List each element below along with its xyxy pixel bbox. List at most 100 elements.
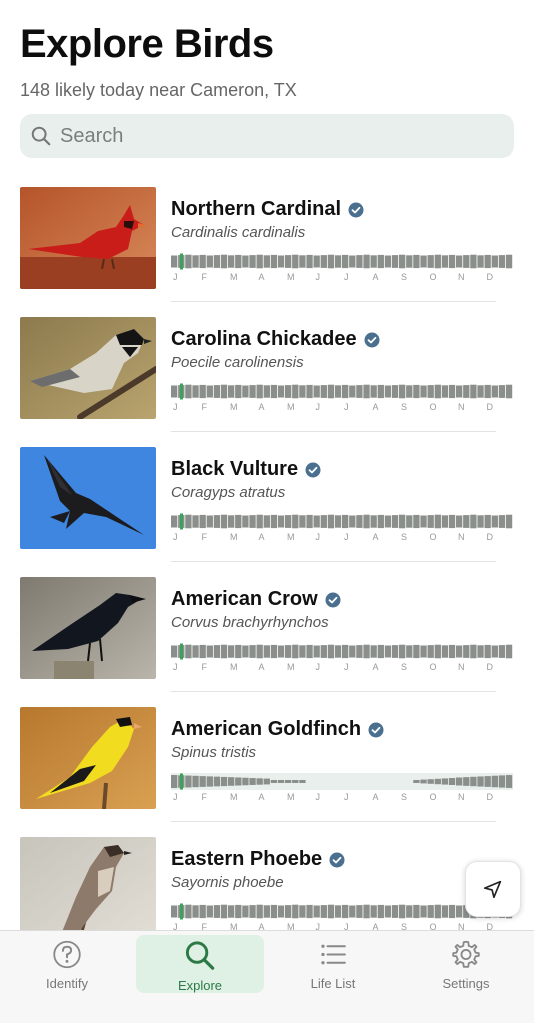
month-label: F — [201, 402, 208, 412]
month-label: J — [315, 402, 321, 412]
seasonality-week-bar — [363, 254, 370, 269]
bird-list-item[interactable]: Black Vulture Coragyps atratus J F M A M J J A S… — [0, 432, 534, 562]
seasonality-week-bar — [484, 514, 491, 529]
seasonality-week-bar — [192, 905, 199, 918]
seasonality-week-bar — [498, 645, 506, 658]
seasonality-week-bar — [434, 644, 441, 659]
tab-settings[interactable]: Settings — [402, 935, 530, 991]
seasonality-week-bar — [249, 645, 256, 658]
seasonality-week-bar — [470, 644, 477, 659]
month-label: O — [429, 792, 437, 802]
month-labels: JFMAMJJASOND — [171, 532, 513, 544]
seasonality-week-bar — [313, 515, 320, 528]
month-labels: JFMAMJJASOND — [171, 272, 513, 284]
bird-list-item[interactable]: American Crow Corvus brachyrhynchos J F M A… — [0, 562, 534, 692]
current-location-button[interactable] — [465, 861, 521, 917]
seasonality-week-bar — [498, 255, 506, 268]
month-label: M — [287, 532, 295, 542]
seasonality-week-bar — [349, 645, 356, 658]
tab-life-list[interactable]: Life List — [269, 935, 397, 991]
seasonality-week-bar — [277, 780, 285, 783]
month-label: J — [344, 792, 349, 802]
seasonality-week-bar — [342, 904, 349, 919]
seasonality-week-bar — [370, 905, 377, 918]
seasonality-week-bar — [256, 644, 263, 659]
seasonality-week-bar — [477, 385, 484, 398]
seasonality-week-bar — [185, 775, 192, 788]
month-label: O — [429, 402, 437, 412]
seasonality-week-bar — [199, 384, 206, 399]
seasonality-week-bar — [235, 254, 242, 269]
bird-list-item[interactable]: Northern Cardinal Cardinalis cardinalis … — [0, 172, 534, 302]
american-goldfinch-photo — [20, 707, 156, 809]
seasonality-week-bar — [220, 514, 228, 529]
month-labels: JFMAMJJASOND — [171, 792, 513, 804]
list-icon — [321, 944, 346, 965]
seasonality-week-bar — [356, 515, 363, 528]
month-label: A — [258, 662, 265, 672]
seasonality-week-bar — [242, 515, 249, 528]
search-input[interactable]: Search — [20, 114, 514, 158]
seasonality-week-bar — [448, 778, 456, 785]
seasonality-week-bar — [406, 255, 413, 268]
month-label: M — [230, 922, 238, 930]
bird-list-item[interactable]: Carolina Chickadee Poecile carolinensis … — [0, 302, 534, 432]
seasonality-week-bar — [206, 776, 213, 787]
seasonality-week-bar — [413, 904, 420, 919]
seasonality-week-bar — [427, 645, 434, 658]
seasonality-week-bar — [285, 385, 292, 398]
seasonality-week-bar — [313, 255, 320, 268]
seasonality-week-bar — [434, 254, 441, 269]
seasonality-week-bar — [399, 384, 406, 399]
seasonality-week-bar — [377, 514, 384, 529]
month-label: D — [486, 402, 494, 412]
bird-list-item[interactable]: Eastern Phoebe Sayornis phoebe J F M A M J J A S… — [0, 822, 534, 930]
seasonality-week-bar — [213, 905, 221, 918]
current-week-marker — [180, 383, 183, 400]
bird-name: American Goldfinch — [171, 718, 362, 740]
seasonality-week-bar — [171, 905, 178, 918]
seasonality-week-bar — [448, 644, 456, 659]
seasonality-week-bar — [399, 254, 406, 269]
seasonality-week-bar — [427, 515, 434, 528]
seasonality-week-bar — [306, 514, 313, 529]
month-label: N — [458, 532, 465, 542]
bird-list-item[interactable]: American Goldfinch Spinus tristis J F M A M J… — [0, 692, 534, 822]
search-icon — [185, 941, 215, 970]
black-vulture-photo — [20, 447, 156, 549]
tab-identify[interactable]: Identify — [3, 935, 131, 991]
month-label: A — [258, 532, 265, 542]
seasonality-week-bar — [292, 514, 299, 529]
verified-badge-icon — [368, 722, 384, 737]
seasonality-week-bar — [448, 384, 456, 399]
seasonality-week-bar — [277, 515, 285, 528]
seasonality-week-bar — [242, 645, 249, 658]
month-label: N — [458, 272, 465, 282]
month-label: D — [486, 922, 494, 930]
seasonality-week-bar — [477, 255, 484, 268]
seasonality-week-bar — [334, 645, 342, 658]
northern-cardinal-photo — [20, 187, 156, 289]
month-label: A — [258, 272, 265, 282]
seasonality-week-bar — [320, 255, 327, 268]
verified-badge-icon — [348, 202, 364, 217]
seasonality-week-bar — [491, 385, 498, 398]
seasonality-week-bar — [420, 645, 427, 658]
seasonality-week-bar — [256, 904, 263, 919]
bird-name: Eastern Phoebe — [171, 848, 323, 870]
seasonality-week-bar — [185, 644, 192, 659]
seasonality-week-bar — [270, 384, 278, 399]
seasonality-week-bar — [384, 255, 392, 268]
month-label: M — [287, 922, 295, 930]
tab-explore[interactable]: Explore — [136, 935, 264, 993]
month-label: O — [429, 532, 437, 542]
seasonality-week-bar — [434, 904, 441, 919]
month-label: D — [486, 272, 494, 282]
seasonality-week-bar — [505, 384, 513, 399]
bird-name: American Crow — [171, 588, 318, 610]
month-label: J — [344, 922, 349, 930]
scientific-name: Sayornis phoebe — [171, 874, 284, 891]
current-week-marker — [180, 773, 183, 790]
seasonality-week-bar — [406, 385, 413, 398]
bird-list[interactable]: Northern Cardinal Cardinalis cardinalis … — [0, 172, 534, 930]
